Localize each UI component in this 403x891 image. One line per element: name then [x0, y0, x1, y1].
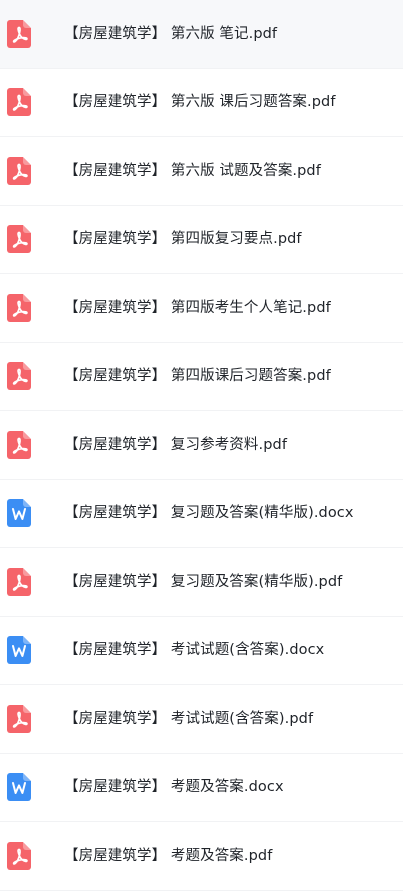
- pdf-icon: [7, 156, 31, 185]
- pdf-icon: [7, 430, 31, 459]
- word-icon: [7, 636, 31, 665]
- file-name: 【房屋建筑学】 第六版 笔记.pdf: [64, 25, 278, 42]
- file-row[interactable]: 【房屋建筑学】 第四版复习要点.pdf: [0, 205, 403, 274]
- file-row[interactable]: 【房屋建筑学】 第六版 笔记.pdf: [0, 0, 403, 69]
- file-row[interactable]: 【房屋建筑学】 复习题及答案(精华版).pdf: [0, 548, 403, 617]
- pdf-icon: [7, 225, 31, 254]
- pdf-icon: [7, 293, 31, 322]
- file-name: 【房屋建筑学】 第六版 试题及答案.pdf: [64, 162, 321, 179]
- file-row[interactable]: 【房屋建筑学】 第四版考生个人笔记.pdf: [0, 274, 403, 343]
- file-row[interactable]: 【房屋建筑学】 复习参考资料.pdf: [0, 411, 403, 480]
- pdf-icon: [7, 88, 31, 117]
- file-row[interactable]: 【房屋建筑学】 第四版课后习题答案.pdf: [0, 342, 403, 411]
- file-name: 【房屋建筑学】 第六版 课后习题答案.pdf: [64, 94, 336, 111]
- file-name: 【房屋建筑学】 复习参考资料.pdf: [64, 436, 288, 453]
- file-name: 【房屋建筑学】 复习题及答案(精华版).docx: [64, 505, 354, 522]
- file-name: 【房屋建筑学】 考试试题(含答案).pdf: [64, 710, 314, 727]
- file-row[interactable]: 【房屋建筑学】 考题及答案.docx: [0, 753, 403, 822]
- file-name: 【房屋建筑学】 第四版考生个人笔记.pdf: [64, 299, 331, 316]
- pdf-icon: [7, 704, 31, 733]
- file-row[interactable]: 【房屋建筑学】 第六版 课后习题答案.pdf: [0, 68, 403, 137]
- file-row[interactable]: 【房屋建筑学】 考试试题(含答案).docx: [0, 616, 403, 685]
- file-row[interactable]: 【房屋建筑学】 第六版 试题及答案.pdf: [0, 137, 403, 206]
- file-name: 【房屋建筑学】 考题及答案.docx: [64, 779, 284, 796]
- file-name: 【房屋建筑学】 考题及答案.pdf: [64, 847, 273, 864]
- pdf-icon: [7, 567, 31, 596]
- file-name: 【房屋建筑学】 复习题及答案(精华版).pdf: [64, 573, 343, 590]
- pdf-icon: [7, 19, 31, 48]
- pdf-icon: [7, 362, 31, 391]
- pdf-icon: [7, 841, 31, 870]
- file-row[interactable]: 【房屋建筑学】 考试试题(含答案).pdf: [0, 685, 403, 754]
- file-row[interactable]: 【房屋建筑学】 复习题及答案(精华版).docx: [0, 479, 403, 548]
- file-name: 【房屋建筑学】 考试试题(含答案).docx: [64, 642, 325, 659]
- file-list: 【房屋建筑学】 第六版 笔记.pdf 【房屋建筑学】 第六版 课后习题答案.pd…: [0, 0, 403, 891]
- word-icon: [7, 773, 31, 802]
- file-name: 【房屋建筑学】 第四版复习要点.pdf: [64, 231, 302, 248]
- file-row[interactable]: 【房屋建筑学】 考题及答案.pdf: [0, 822, 403, 891]
- file-name: 【房屋建筑学】 第四版课后习题答案.pdf: [64, 368, 331, 385]
- word-icon: [7, 499, 31, 528]
